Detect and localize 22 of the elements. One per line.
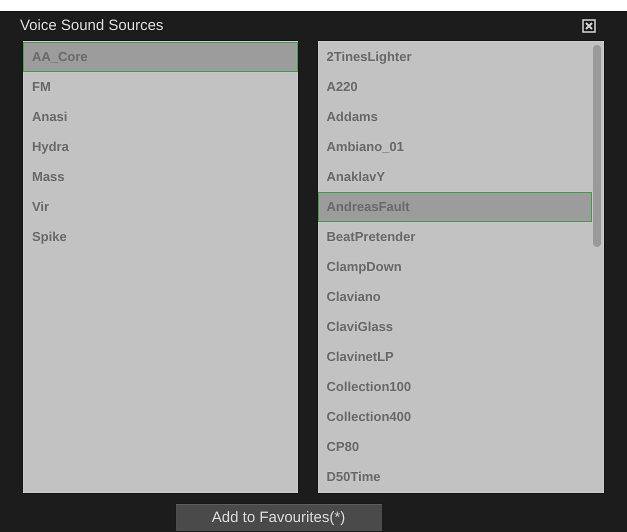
list-item[interactable]: Ambiano_01 (318, 132, 592, 162)
window-title: Voice Sound Sources (20, 16, 164, 36)
list-item[interactable]: ClaviGlass (318, 312, 592, 342)
list-item[interactable]: 2TinesLighter (318, 42, 592, 72)
list-item[interactable]: Mass (23, 162, 298, 192)
list-item[interactable]: BeatPretender (318, 222, 592, 252)
list-item[interactable]: Vir (23, 192, 298, 222)
list-item[interactable]: ClampDown (318, 252, 592, 282)
list-item[interactable]: Addams (318, 102, 592, 132)
list-item[interactable]: Anasi (23, 102, 298, 132)
list-item[interactable]: A220 (318, 72, 592, 102)
list-item[interactable]: Hydra (23, 132, 298, 162)
list-item[interactable]: Collection400 (318, 402, 592, 432)
list-item[interactable]: CP80 (318, 432, 592, 462)
add-to-favourites-button[interactable]: Add to Favourites(*) (176, 504, 382, 531)
list-item[interactable]: Spike (23, 222, 298, 252)
list-item[interactable]: D50Time (318, 462, 592, 492)
list-item[interactable]: Claviano (318, 282, 592, 312)
list-item[interactable]: Collection100 (318, 372, 592, 402)
list-item[interactable]: FM (23, 72, 298, 102)
list-item[interactable]: ClavinetLP (318, 342, 592, 372)
list-item[interactable]: AnaklavY (318, 162, 592, 192)
